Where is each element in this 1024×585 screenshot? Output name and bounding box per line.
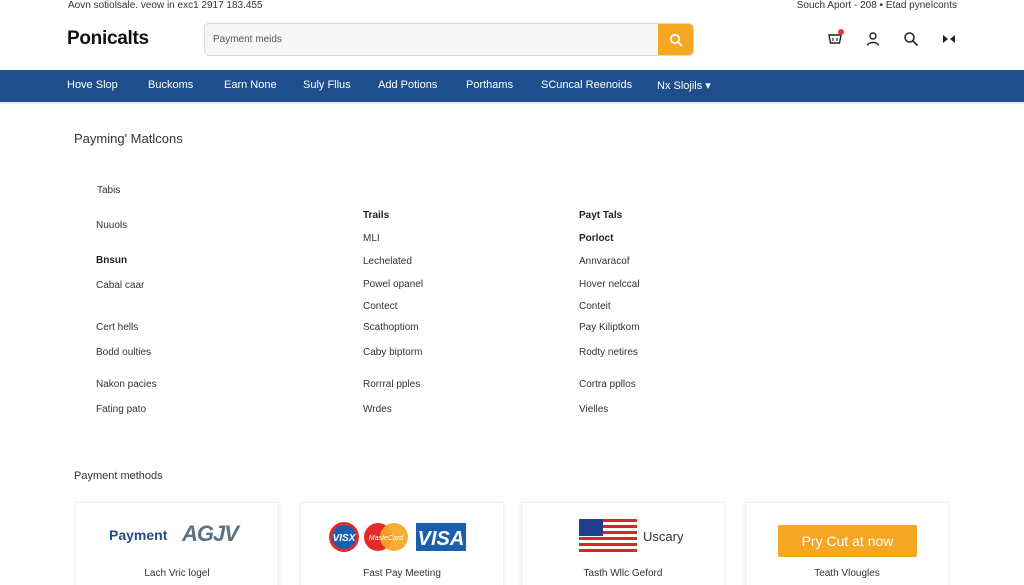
search-input[interactable] [205,24,659,55]
play-icon [943,35,955,43]
list-item[interactable]: Vielles [579,404,608,415]
media-button[interactable] [940,30,958,48]
list-item[interactable]: Cabal caar [96,280,144,291]
card-caption: Tasth Wllc Geford [583,568,663,579]
list-item[interactable]: Cert hells [96,322,138,333]
nav-item-scuncal[interactable]: SCuncal Reenoids [541,79,632,91]
list-item[interactable]: Tabis [97,185,120,196]
list-item[interactable]: Annvaracof [579,256,630,267]
list-item[interactable]: Rodty netires [579,347,638,358]
mastercard-logo-label: MasteCard [369,535,404,542]
list-item[interactable]: Lechelated [363,256,412,267]
list-item[interactable]: Nakon pacies [96,379,157,390]
payment-card-2[interactable]: VISX MasteCard VISA Fast Pay Meeting [300,502,504,585]
nav-divider [0,102,1024,104]
list-heading: Payt Tals [579,210,623,221]
nav-item-earn[interactable]: Earn None [224,79,277,91]
nav-item-suly[interactable]: Suly Fllus [303,79,351,91]
visx-logo-icon: VISX [329,522,359,552]
nav-item-add-potions[interactable]: Add Potions [378,79,437,91]
visa-logo-label: VISA [418,528,465,550]
top-utility-bar: Aovn sotiolsale. veow in exc1 2917 183.4… [0,0,1024,12]
list-item[interactable]: Pay Kiliptkom [579,322,640,333]
payment-card-4: Pry Cut at now Teath Vlougles [745,502,949,585]
nav-item-more-dropdown[interactable]: Nx Slojils ▾ [657,79,711,92]
pay-now-button[interactable]: Pry Cut at now [778,525,917,557]
nav-item-porthams[interactable]: Porthams [466,79,513,91]
top-right-text: Souch Aport - 208 • Etad pynelconts [796,0,957,11]
search-icon [669,33,682,46]
list-heading: Trails [363,210,390,221]
search-bar [204,23,694,56]
list-item[interactable]: Nuuols [96,220,127,231]
list-item[interactable]: Scathoptiom [363,322,419,333]
list-item[interactable]: Powel opanel [363,279,423,290]
main-nav: Hove Slop Buckoms Earn None Suly Fllus A… [0,70,1024,102]
cart-badge [838,29,844,35]
page-title: Payming' Matlcons [74,131,183,146]
card-caption: Lach Vric logel [144,568,210,579]
user-icon [866,32,880,46]
list-heading: Bnsun [96,255,128,266]
payment-card-1[interactable]: Payment AGJV Lach Vric logel [75,502,279,585]
list-item[interactable]: Hover nelccal [579,279,640,290]
account-button[interactable] [864,30,882,48]
list-item[interactable]: Rorrral pples [363,379,420,390]
list-item[interactable]: Bodd oulties [96,347,151,358]
visa-logo-icon: VISA [416,523,466,551]
header-search-button[interactable] [902,30,920,48]
site-header: Ponicalts [0,12,1024,70]
list-item[interactable]: Conteit [579,301,611,312]
list-item[interactable]: Caby biptorm [363,347,422,358]
list-item[interactable]: MLI [363,233,380,244]
card-brand-logos: VISX MasteCard VISA [329,522,466,552]
us-flag-icon [579,519,637,553]
mastercard-logo-icon: MasteCard [364,523,408,551]
country-label: Uscary [643,529,684,544]
list-item[interactable]: Fating pato [96,404,146,415]
list-item[interactable]: Contect [363,301,397,312]
cart-button[interactable] [826,29,844,48]
search-button[interactable] [658,24,693,55]
nav-item-home[interactable]: Hove Slop [67,79,118,91]
top-left-text: Aovn sotiolsale. veow in exc1 2917 183.4… [68,0,263,11]
card-caption: Teath Vlougles [814,568,880,579]
payment-methods-heading: Payment methods [74,470,163,482]
search-icon [904,32,918,46]
list-subheading: Porloct [579,233,614,244]
nav-item-buckoms[interactable]: Buckoms [148,79,193,91]
site-logo[interactable]: Ponicalts [67,28,149,50]
visx-logo-label: VISX [333,533,357,544]
payment-logo-mark: AGJV [182,521,239,546]
payment-logo-text: Payment [109,527,168,543]
list-item[interactable]: Wrdes [363,404,392,415]
header-icon-group [826,29,958,48]
payment-card-3[interactable]: Uscary Tasth Wllc Geford [521,502,725,585]
card-caption: Fast Pay Meeting [363,568,441,579]
list-item[interactable]: Cortra ppllos [579,379,636,390]
